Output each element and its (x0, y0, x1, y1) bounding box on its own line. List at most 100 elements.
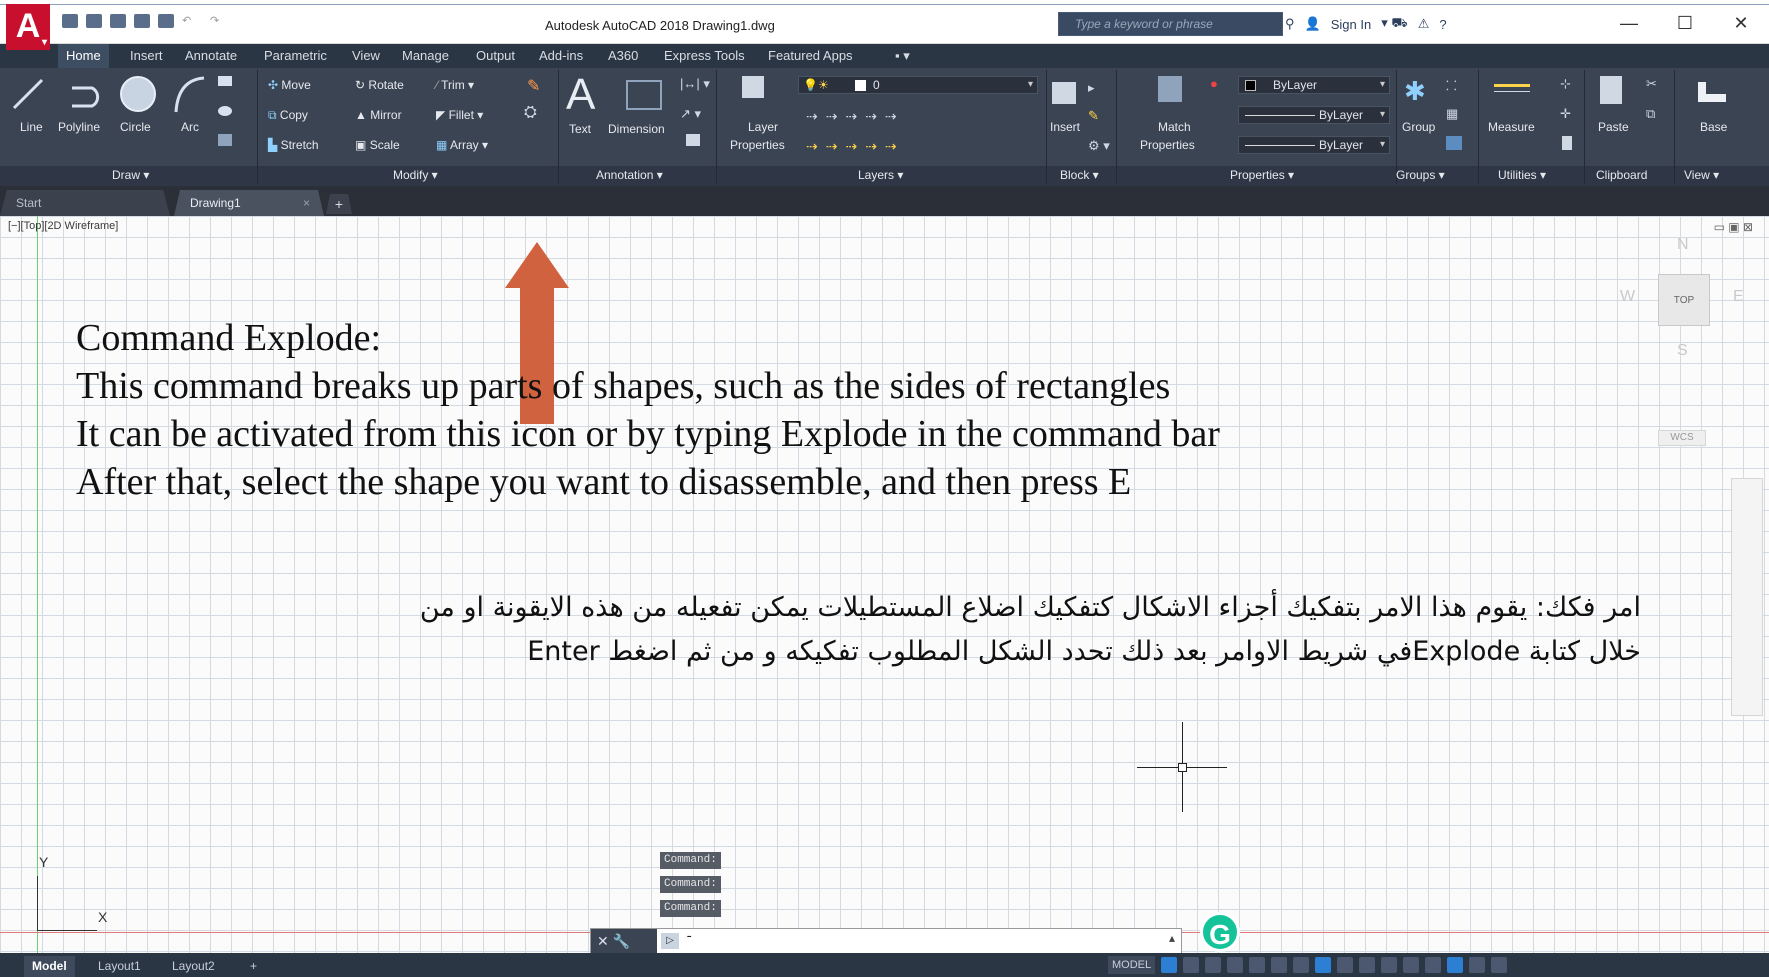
utilities-panel-title[interactable]: Utilities ▾ (1498, 168, 1546, 182)
modify-panel-title[interactable]: Modify ▾ (393, 168, 438, 182)
quick-select-icon[interactable]: ⊹ (1560, 76, 1571, 92)
point-icon[interactable]: ✛ (1560, 106, 1571, 122)
osnap-icon[interactable] (1249, 957, 1266, 973)
rectangle-icon[interactable] (218, 76, 232, 86)
navigation-bar[interactable] (1731, 478, 1763, 716)
arc-label[interactable]: Arc (181, 120, 199, 134)
copy-button[interactable]: ⧉ Copy (268, 108, 308, 123)
exchange-icon[interactable]: ⚠ (1418, 16, 1430, 32)
hatch-icon[interactable] (218, 106, 232, 116)
dimension-label[interactable]: Dimension (608, 122, 665, 136)
tab-featured-apps[interactable]: Featured Apps (768, 44, 853, 68)
layer-tools-row-1[interactable]: ⇢⇢⇢⇢⇢ (806, 108, 905, 125)
match-properties-label-1[interactable]: Match (1158, 120, 1191, 134)
lineweight-dropdown[interactable]: ByLayer ▾ (1238, 136, 1390, 154)
dimension-icon[interactable] (626, 80, 662, 110)
base-label[interactable]: Base (1700, 120, 1727, 134)
base-view-icon[interactable] (1698, 82, 1726, 102)
calculator-icon[interactable] (1562, 136, 1572, 150)
circle-icon[interactable] (118, 74, 158, 114)
layer-properties-icon[interactable] (742, 76, 764, 98)
plot-icon[interactable] (158, 14, 174, 28)
view-panel-title[interactable]: View ▾ (1684, 168, 1719, 182)
table-icon[interactable] (686, 134, 700, 146)
start-tab[interactable]: Start (0, 190, 170, 216)
tab-manage[interactable]: Manage (402, 44, 449, 68)
viewport-label[interactable]: [−][Top][2D Wireframe] (8, 220, 118, 232)
viewcube-east[interactable]: E (1733, 288, 1744, 306)
annotation-monitor-icon[interactable] (1381, 957, 1398, 973)
move-button[interactable]: ✣ Move (268, 78, 311, 92)
rotate-button[interactable]: ↻ Rotate (355, 78, 404, 92)
paste-icon[interactable] (1600, 76, 1622, 104)
model-tab[interactable]: Model (24, 956, 75, 977)
chevron-up-icon[interactable]: ▴ (1169, 931, 1175, 945)
stretch-button[interactable]: ▙ Stretch (268, 138, 319, 152)
tab-parametric[interactable]: Parametric (264, 44, 327, 68)
tab-home[interactable]: Home (58, 44, 109, 68)
annotation-panel-title[interactable]: Annotation ▾ (596, 168, 663, 182)
properties-panel-title[interactable]: Properties ▾ (1230, 168, 1294, 182)
snap-icon[interactable] (1183, 957, 1200, 973)
match-properties-icon[interactable] (1158, 76, 1182, 102)
tab-add-ins[interactable]: Add-ins (539, 44, 583, 68)
polar-icon[interactable] (1227, 957, 1244, 973)
units-icon[interactable] (1403, 957, 1420, 973)
undo-icon[interactable]: ↶ (182, 14, 202, 28)
clipboard-panel-title[interactable]: Clipboard (1596, 168, 1647, 182)
create-block-icon[interactable]: ▸ (1088, 80, 1095, 96)
maximize-icon[interactable]: ☐ (1657, 4, 1713, 42)
leader-icon[interactable]: ↗ ▾ (680, 106, 701, 122)
group-select-icon[interactable] (1446, 136, 1462, 150)
wcs-menu[interactable]: WCS (1658, 430, 1706, 446)
match-properties-label-2[interactable]: Properties (1140, 138, 1195, 152)
workspace-icon[interactable] (1359, 957, 1376, 973)
region-icon[interactable] (218, 134, 232, 146)
linetype-dropdown[interactable]: ByLayer ▾ (1238, 106, 1390, 124)
group-label[interactable]: Group (1402, 120, 1435, 134)
layer-dropdown[interactable]: 💡☀ 0 ▾ (798, 76, 1038, 94)
text-label[interactable]: Text (569, 122, 591, 136)
user-icon[interactable]: 👤 (1305, 16, 1321, 32)
model-space-toggle[interactable]: MODEL (1108, 956, 1156, 974)
open-icon[interactable] (86, 14, 102, 28)
camera-icon[interactable]: ▪ ▾ (895, 44, 910, 68)
isolate-icon[interactable] (1425, 957, 1442, 973)
close-icon[interactable]: × (303, 190, 310, 216)
paste-label[interactable]: Paste (1598, 120, 1629, 134)
ungroup-icon[interactable]: ⸬ (1446, 76, 1457, 94)
multileader-icon[interactable]: |↔| ▾ (680, 76, 710, 92)
annotation-scale-icon[interactable] (1337, 957, 1354, 973)
tab-output[interactable]: Output (476, 44, 515, 68)
minimize-icon[interactable]: — (1601, 4, 1657, 42)
add-layout-button[interactable]: + (242, 956, 265, 977)
insert-label[interactable]: Insert (1050, 120, 1080, 134)
insert-block-icon[interactable] (1052, 82, 1076, 104)
ortho-icon[interactable] (1205, 957, 1222, 973)
mirror-button[interactable]: ▲ Mirror (355, 108, 402, 122)
viewport-controls[interactable]: ▭ ▣ ⊠ (1714, 220, 1753, 234)
tab-annotate[interactable]: Annotate (185, 44, 237, 68)
clean-screen-icon[interactable] (1469, 957, 1486, 973)
group-edit-icon[interactable]: ▦ (1446, 106, 1458, 122)
polyline-icon[interactable] (66, 76, 106, 112)
layout2-tab[interactable]: Layout2 (164, 956, 223, 977)
search-input[interactable]: Type a keyword or phrase (1058, 12, 1283, 36)
new-icon[interactable] (62, 14, 78, 28)
tab-a360[interactable]: A360 (608, 44, 638, 68)
measure-label[interactable]: Measure (1488, 120, 1535, 134)
arc-icon[interactable] (172, 74, 208, 114)
text-icon[interactable]: A (566, 70, 595, 120)
command-input[interactable]: - (683, 929, 1143, 953)
grammarly-icon[interactable]: G (1200, 912, 1240, 952)
grid-icon[interactable] (1161, 957, 1178, 973)
wrench-icon[interactable]: 🔧 (613, 933, 630, 949)
groups-panel-title[interactable]: Groups ▾ (1396, 168, 1445, 182)
otrack-icon[interactable] (1271, 957, 1288, 973)
layer-tools-row-2[interactable]: ⇢⇢⇢⇢⇢ (806, 138, 905, 155)
explode-icon[interactable]: ⛭ (524, 104, 537, 122)
viewcube-west[interactable]: W (1620, 288, 1635, 306)
new-tab-button[interactable]: + (326, 194, 352, 214)
edit-block-icon[interactable]: ✎ (1088, 108, 1099, 124)
line-label[interactable]: Line (20, 120, 43, 134)
